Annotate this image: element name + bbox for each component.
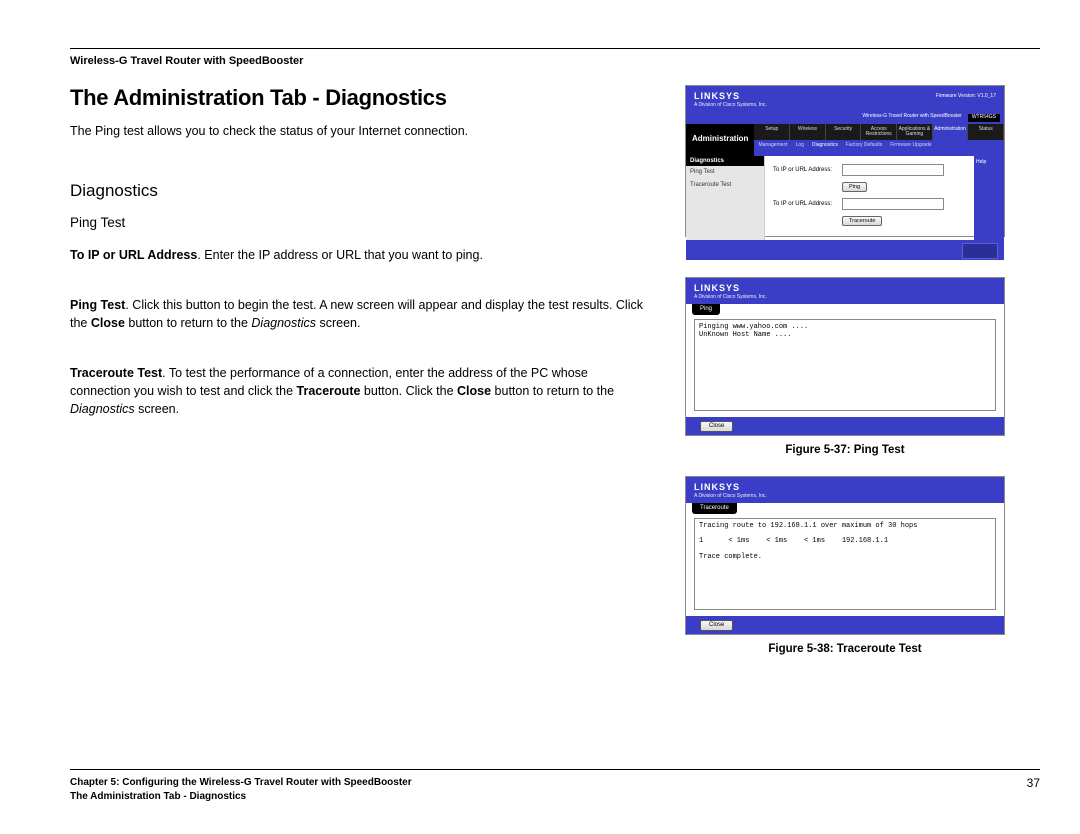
paragraph-ip-address: To IP or URL Address. Enter the IP addre…	[70, 246, 650, 264]
text: screen.	[316, 316, 360, 330]
ping-output: Pinging www.yahoo.com .... UnKnown Host …	[694, 319, 996, 411]
ping-footer: Close	[686, 417, 1004, 435]
traceroute-body: Traceroute Tracing route to 192.168.1.1 …	[686, 503, 1004, 610]
subtabs-row: Management Log Diagnostics Factory Defau…	[754, 140, 1004, 156]
page-title: The Administration Tab - Diagnostics	[70, 85, 650, 111]
admin-label: Administration	[686, 124, 754, 156]
subtab-log[interactable]: Log	[792, 140, 808, 156]
figure-ping-test: LINKSYS A Division of Cisco Systems, Inc…	[685, 277, 1005, 436]
subsection-heading: Ping Test	[70, 215, 650, 230]
tab-setup[interactable]: Setup	[754, 124, 790, 140]
footer-chapter: Chapter 5: Configuring the Wireless-G Tr…	[70, 776, 412, 790]
model-strip: Wireless-G Travel Router with SpeedBoost…	[686, 112, 1004, 124]
model-code: WTR54GS	[968, 114, 1000, 122]
diagnostics-body: Diagnostics Ping Test Traceroute Test To…	[686, 156, 1004, 240]
text: button to return to the	[491, 384, 614, 398]
traceroute-btn-row: Traceroute	[773, 216, 966, 226]
traceroute-button[interactable]: Traceroute	[842, 216, 882, 226]
ping-label: To IP or URL Address:	[773, 167, 837, 174]
traceroute-footer: Close	[686, 616, 1004, 634]
ping-btn-row: Ping	[773, 182, 966, 192]
diagnostics-main: To IP or URL Address: Ping To IP or URL …	[765, 156, 974, 240]
bold-lead: Traceroute Test	[70, 366, 162, 380]
linksys-subtitle: A Division of Cisco Systems, Inc.	[694, 494, 996, 500]
right-column: Firmware Version: V1.0_17 LINKSYS A Divi…	[680, 85, 1010, 675]
tab-status[interactable]: Status	[968, 124, 1004, 140]
tab-wireless[interactable]: Wireless	[790, 124, 826, 140]
page-number: 37	[1027, 776, 1040, 804]
nav-strip: Administration Setup Wireless Security A…	[686, 124, 1004, 156]
traceroute-label: To IP or URL Address:	[773, 201, 837, 208]
close-button[interactable]: Close	[700, 421, 733, 432]
tab-apps[interactable]: Applications & Gaming	[897, 124, 933, 140]
traceroute-input[interactable]	[842, 198, 944, 210]
cisco-logo	[962, 243, 998, 259]
subtab-firmware[interactable]: Firmware Upgrade	[886, 140, 935, 156]
bold-traceroute: Traceroute	[297, 384, 361, 398]
linksys-logo: LINKSYS	[694, 284, 996, 294]
intro-text: The Ping test allows you to check the st…	[70, 123, 650, 141]
tabs: Setup Wireless Security Access Restricti…	[754, 124, 1004, 156]
tab-access[interactable]: Access Restrictions	[861, 124, 897, 140]
linksys-logo: LINKSYS	[694, 483, 996, 493]
bold-close: Close	[91, 316, 125, 330]
model-name: Wireless-G Travel Router with SpeedBoost…	[862, 114, 961, 122]
linksys-header: LINKSYS A Division of Cisco Systems, Inc…	[686, 477, 1004, 503]
sidebar-item-traceroute: Traceroute Test	[686, 179, 764, 192]
paragraph-ping-test: Ping Test. Click this button to begin th…	[70, 296, 650, 332]
figure-38-caption: Figure 5-38: Traceroute Test	[680, 643, 1010, 655]
ping-pill: Ping	[692, 304, 720, 315]
help-panel: Help	[974, 156, 1004, 240]
manual-page: Wireless-G Travel Router with SpeedBoost…	[0, 0, 1080, 834]
close-button[interactable]: Close	[700, 620, 733, 631]
page-footer: Chapter 5: Configuring the Wireless-G Tr…	[70, 769, 1040, 804]
figure-admin-diagnostics: Firmware Version: V1.0_17 LINKSYS A Divi…	[685, 85, 1005, 237]
linksys-header: Firmware Version: V1.0_17 LINKSYS A Divi…	[686, 86, 1004, 112]
subtab-diagnostics[interactable]: Diagnostics	[808, 140, 842, 156]
help-link[interactable]: Help	[976, 159, 986, 165]
text: . Enter the IP address or URL that you w…	[197, 248, 483, 262]
ping-row: To IP or URL Address:	[773, 164, 966, 176]
footer-left: Chapter 5: Configuring the Wireless-G Tr…	[70, 776, 412, 804]
figure-37-caption: Figure 5-37: Ping Test	[680, 444, 1010, 456]
text: button. Click the	[360, 384, 457, 398]
tabs-row: Setup Wireless Security Access Restricti…	[754, 124, 1004, 140]
ping-input[interactable]	[842, 164, 944, 176]
bold-close: Close	[457, 384, 491, 398]
ping-button[interactable]: Ping	[842, 182, 867, 192]
diagnostics-sidebar: Diagnostics Ping Test Traceroute Test	[686, 156, 765, 240]
italic-diagnostics: Diagnostics	[251, 316, 316, 330]
sidebar-item-ping: Ping Test	[686, 166, 764, 179]
left-column: The Administration Tab - Diagnostics The…	[70, 85, 650, 675]
tab-security[interactable]: Security	[826, 124, 862, 140]
cisco-footer	[686, 240, 1004, 260]
italic-diagnostics: Diagnostics	[70, 402, 135, 416]
linksys-subtitle: A Division of Cisco Systems, Inc.	[694, 103, 996, 109]
tab-administration[interactable]: Administration	[933, 124, 969, 140]
text: screen.	[135, 402, 179, 416]
linksys-header: LINKSYS A Division of Cisco Systems, Inc…	[686, 278, 1004, 304]
subtab-management[interactable]: Management	[754, 140, 791, 156]
traceroute-output: Tracing route to 192.168.1.1 over maximu…	[694, 518, 996, 610]
footer-section: The Administration Tab - Diagnostics	[70, 790, 412, 804]
paragraph-traceroute-test: Traceroute Test. To test the performance…	[70, 364, 650, 418]
ping-body: Ping Pinging www.yahoo.com .... UnKnown …	[686, 304, 1004, 411]
two-column-layout: The Administration Tab - Diagnostics The…	[70, 85, 1040, 675]
text: button to return to the	[125, 316, 251, 330]
sidebar-header: Diagnostics	[686, 156, 764, 167]
traceroute-row: To IP or URL Address:	[773, 198, 966, 210]
bold-lead: Ping Test	[70, 298, 125, 312]
bold-lead: To IP or URL Address	[70, 248, 197, 262]
subtab-factory[interactable]: Factory Defaults	[842, 140, 886, 156]
traceroute-pill: Traceroute	[692, 503, 737, 514]
firmware-version: Firmware Version: V1.0_17	[936, 94, 996, 100]
linksys-subtitle: A Division of Cisco Systems, Inc.	[694, 295, 996, 301]
product-name: Wireless-G Travel Router with SpeedBoost…	[70, 55, 1040, 67]
figure-traceroute-test: LINKSYS A Division of Cisco Systems, Inc…	[685, 476, 1005, 635]
section-heading: Diagnostics	[70, 181, 650, 201]
header-rule	[70, 48, 1040, 49]
